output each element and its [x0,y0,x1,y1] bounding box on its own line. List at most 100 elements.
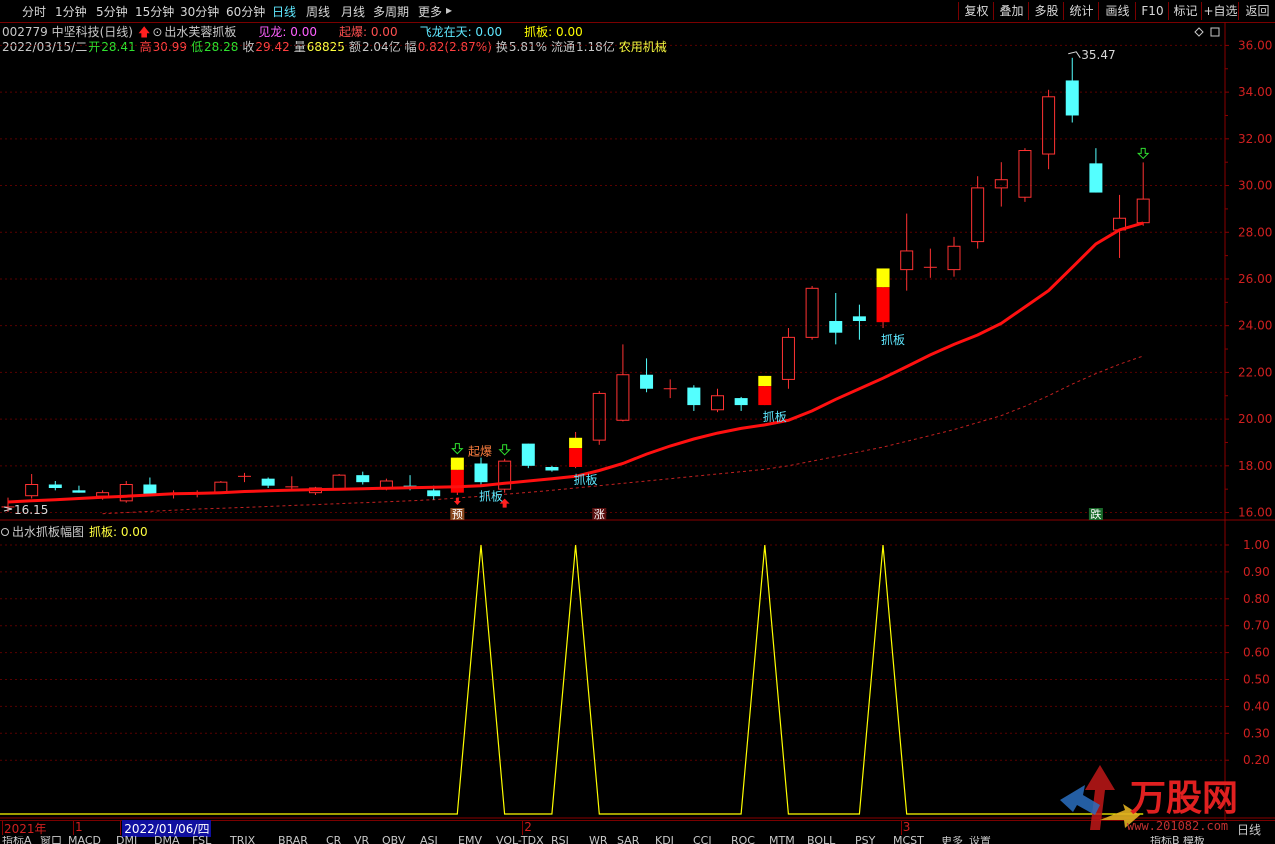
candle-body-down [1065,80,1079,116]
indicator-tab-13[interactable]: VOL-TDX [496,836,544,844]
indicator-tab-0[interactable]: 指标A [2,836,32,844]
indicator-tab-25[interactable]: 设置 [969,836,991,844]
toolbar-button-6[interactable]: 标记 [1168,2,1202,20]
period-tab-4[interactable]: 30分钟 [180,3,219,20]
indicator-tab-10[interactable]: OBV [382,836,405,844]
candle-body-up [900,250,914,271]
bottom-right-tab-0[interactable]: 指标B [1150,836,1180,844]
candle-body-down [521,443,535,466]
indicator-tab-14[interactable]: RSI [551,836,569,844]
time-axis-tick [2,821,3,835]
candle-body-down [829,321,843,333]
candle [923,248,937,278]
indicator-tab-17[interactable]: KDJ [655,836,674,844]
price-tick-label: 22.00 [1238,365,1272,379]
indicator-tab-19[interactable]: ROC [731,836,755,844]
green-down-arrow-icon [1136,147,1150,160]
time-axis-label: 2021年 [4,822,47,836]
limit-up-cap [450,457,464,470]
candle [1136,162,1150,226]
period-tab-0[interactable]: 分时 [22,3,46,20]
indicator-tab-4[interactable]: DMA [154,836,180,844]
price-tick-label: 16.00 [1238,506,1272,520]
candle [521,443,535,469]
candle [1018,148,1032,202]
toolbar-button-5[interactable]: F10 [1135,2,1169,20]
candle [545,465,559,472]
candle-body-down [545,466,559,471]
period-tab-8[interactable]: 月线 [341,3,365,20]
candle-body-down [640,374,654,389]
candle-body-down [734,398,748,406]
indicator-tab-15[interactable]: WR [589,836,608,844]
indicator-tab-7[interactable]: BRAR [278,836,308,844]
kline-chart[interactable]: 36.00 34.00 32.00 30.00 28.00 26.00 24.00 22.00… [0,22,1275,820]
red-down-arrow-icon [453,498,461,506]
indicator-tab-16[interactable]: SAR [617,836,639,844]
sub-chart-value: 抓板: 0.00 [89,525,148,539]
indicator-tab-24[interactable]: 更多 [941,836,963,844]
candle [616,344,630,422]
low-marker-label: 16.15 [14,503,48,517]
more-arrow-icon[interactable]: ▸ [446,3,452,17]
candle [1065,57,1079,123]
watermark-logo: 万股网 www.201082.com [1055,760,1250,835]
price-tick-label: 26.00 [1238,272,1272,286]
indicator-tab-3[interactable]: DMI [116,836,137,844]
candle [852,304,866,340]
limit-up-body [758,386,772,406]
period-tab-10[interactable]: 更多 [418,3,442,20]
candle-body-up [971,187,985,243]
period-tab-1[interactable]: 1分钟 [55,3,87,20]
high-marker-arrow-icon [1068,51,1081,59]
toolbar-button-2[interactable]: 多股 [1028,2,1064,20]
logo-arrow-up-icon [1085,765,1115,830]
period-tab-5[interactable]: 60分钟 [226,3,265,20]
candle [48,480,62,491]
toolbar-button-0[interactable]: 复权 [958,2,994,20]
candle [758,375,772,406]
toolbar-button-3[interactable]: 统计 [1063,2,1099,20]
indicator-tab-11[interactable]: ASI [420,836,438,844]
zhuaban-label: 抓板 [574,473,598,487]
indicator-tab-23[interactable]: MCST [893,836,924,844]
indicator-tab-5[interactable]: FSL [192,836,211,844]
period-tab-2[interactable]: 5分钟 [96,3,128,20]
period-tab-6[interactable]: 日线 [272,3,296,20]
sub-tick-label: 0.60 [1243,646,1270,660]
period-tab-7[interactable]: 周线 [306,3,330,20]
candle [498,458,512,493]
indicator-tab-9[interactable]: VR [354,836,369,844]
price-tick-label: 24.00 [1238,319,1272,333]
bottom-right-tab-1[interactable]: 模板 [1183,836,1205,844]
indicator-tab-21[interactable]: BOLL [807,836,835,844]
toolbar-button-8[interactable]: 返回 [1238,2,1275,20]
period-tab-9[interactable]: 多周期 [373,3,409,20]
candle-body-up [1018,150,1032,198]
candle [1089,148,1103,193]
candle [711,388,724,413]
candle-body-down [852,316,866,322]
candle [829,292,843,345]
candle [474,457,488,485]
toolbar-button-7[interactable]: +自选 [1201,2,1239,20]
toolbar-button-1[interactable]: 叠加 [993,2,1029,20]
sub-chart-title: 出水抓板幅图 [12,524,84,539]
candle-body-up [616,374,630,421]
indicator-tab-1[interactable]: 窗口 [40,836,62,844]
indicator-tab-6[interactable]: TRIX [230,836,255,844]
toolbar-button-4[interactable]: 画线 [1098,2,1136,20]
candle-body-down [356,475,370,483]
die-signal-label: 跌 [1090,507,1101,521]
indicator-tab-8[interactable]: CR [326,836,341,844]
indicator-tab-18[interactable]: CCI [693,836,712,844]
indicator-tab-12[interactable]: EMV [458,836,482,844]
sub-tick-label: 0.40 [1243,699,1270,713]
candle [876,268,890,329]
indicator-tab-20[interactable]: MTM [769,836,795,844]
indicator-tab-2[interactable]: MACD [68,836,101,844]
period-tab-3[interactable]: 15分钟 [135,3,174,20]
candle-body-down [261,478,275,486]
sub-tick-label: 0.50 [1243,673,1270,687]
indicator-tab-22[interactable]: PSY [855,836,875,844]
